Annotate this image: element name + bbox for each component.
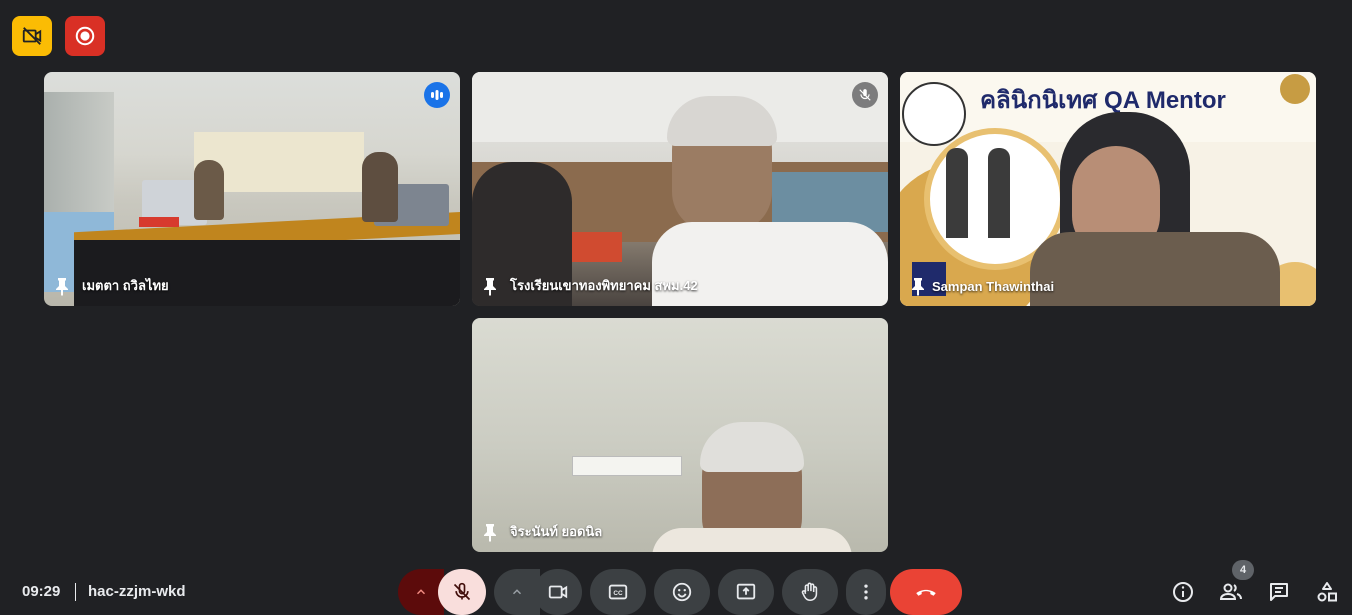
chevron-up-icon — [512, 589, 522, 595]
svg-text:CC: CC — [613, 590, 623, 597]
speaking-indicator-icon — [424, 82, 450, 108]
end-call-icon — [916, 589, 936, 596]
video-feed: คลินิกนิเทศ QA Mentor — [900, 72, 1316, 306]
divider — [75, 583, 76, 601]
captions-button[interactable]: CC — [590, 569, 646, 615]
banner-title-en: QA Mentor — [1104, 87, 1226, 114]
banner-title-th: คลินิกนิเทศ — [980, 87, 1098, 114]
meeting-code: hac-zzjm-wkd — [88, 583, 186, 600]
present-icon — [736, 583, 756, 600]
participant-tile-1[interactable]: เมตตา ถวิลไทย — [44, 72, 460, 306]
participant-name: เมตตา ถวิลไทย — [82, 278, 169, 293]
participant-tile-3[interactable]: คลินิกนิเทศ QA Mentor Sampan Thawinthai — [900, 72, 1316, 306]
more-options-button[interactable] — [846, 569, 886, 615]
recording-badge[interactable] — [65, 16, 105, 56]
hand-icon — [801, 582, 818, 602]
chevron-up-icon — [416, 589, 426, 595]
video-feed — [44, 72, 460, 306]
camera-button[interactable] — [534, 569, 582, 615]
pin-icon[interactable] — [910, 276, 926, 296]
activities-button[interactable] — [1307, 572, 1347, 612]
banner-title: คลินิกนิเทศ QA Mentor — [980, 80, 1226, 119]
participant-name: Sampan Thawinthai — [932, 278, 1055, 294]
participant-tile-2[interactable]: โรงเรียนเขาทองพิทยาคม สพม.42 — [472, 72, 888, 306]
camera-icon — [548, 585, 568, 599]
meeting-details-button[interactable] — [1163, 572, 1203, 612]
microphone-button[interactable] — [438, 569, 486, 615]
activities-icon — [1317, 582, 1337, 602]
participant-name: โรงเรียนเขาทองพิทยาคม สพม.42 — [510, 278, 698, 293]
pin-icon[interactable] — [482, 276, 498, 296]
video-feed — [472, 318, 888, 552]
chat-button[interactable] — [1259, 572, 1299, 612]
captions-icon: CC — [608, 584, 628, 600]
people-icon — [1219, 583, 1242, 600]
emoji-reactions-button[interactable] — [654, 569, 710, 615]
present-screen-button[interactable] — [718, 569, 774, 615]
participant-tile-4[interactable]: จิระนันท์ ยอดนิล — [472, 318, 888, 552]
hide-video-badge[interactable] — [12, 16, 52, 56]
participant-count: 4 — [1239, 564, 1247, 576]
leave-call-button[interactable] — [890, 569, 962, 615]
participant-count-badge: 4 — [1232, 560, 1254, 580]
info-icon — [1173, 582, 1193, 602]
video-feed — [472, 72, 888, 306]
mic-off-icon — [453, 582, 471, 601]
pin-icon[interactable] — [54, 276, 70, 296]
raise-hand-button[interactable] — [782, 569, 838, 615]
participant-name: จิระนันท์ ยอดนิล — [510, 524, 603, 539]
more-vert-icon — [864, 584, 868, 600]
chat-icon — [1270, 583, 1288, 601]
pin-icon[interactable] — [482, 522, 498, 542]
mic-off-icon — [852, 82, 878, 108]
meeting-time: 09:29 — [22, 583, 61, 600]
emoji-icon — [672, 582, 692, 602]
record-icon — [75, 26, 95, 46]
no-video-icon — [22, 27, 42, 45]
